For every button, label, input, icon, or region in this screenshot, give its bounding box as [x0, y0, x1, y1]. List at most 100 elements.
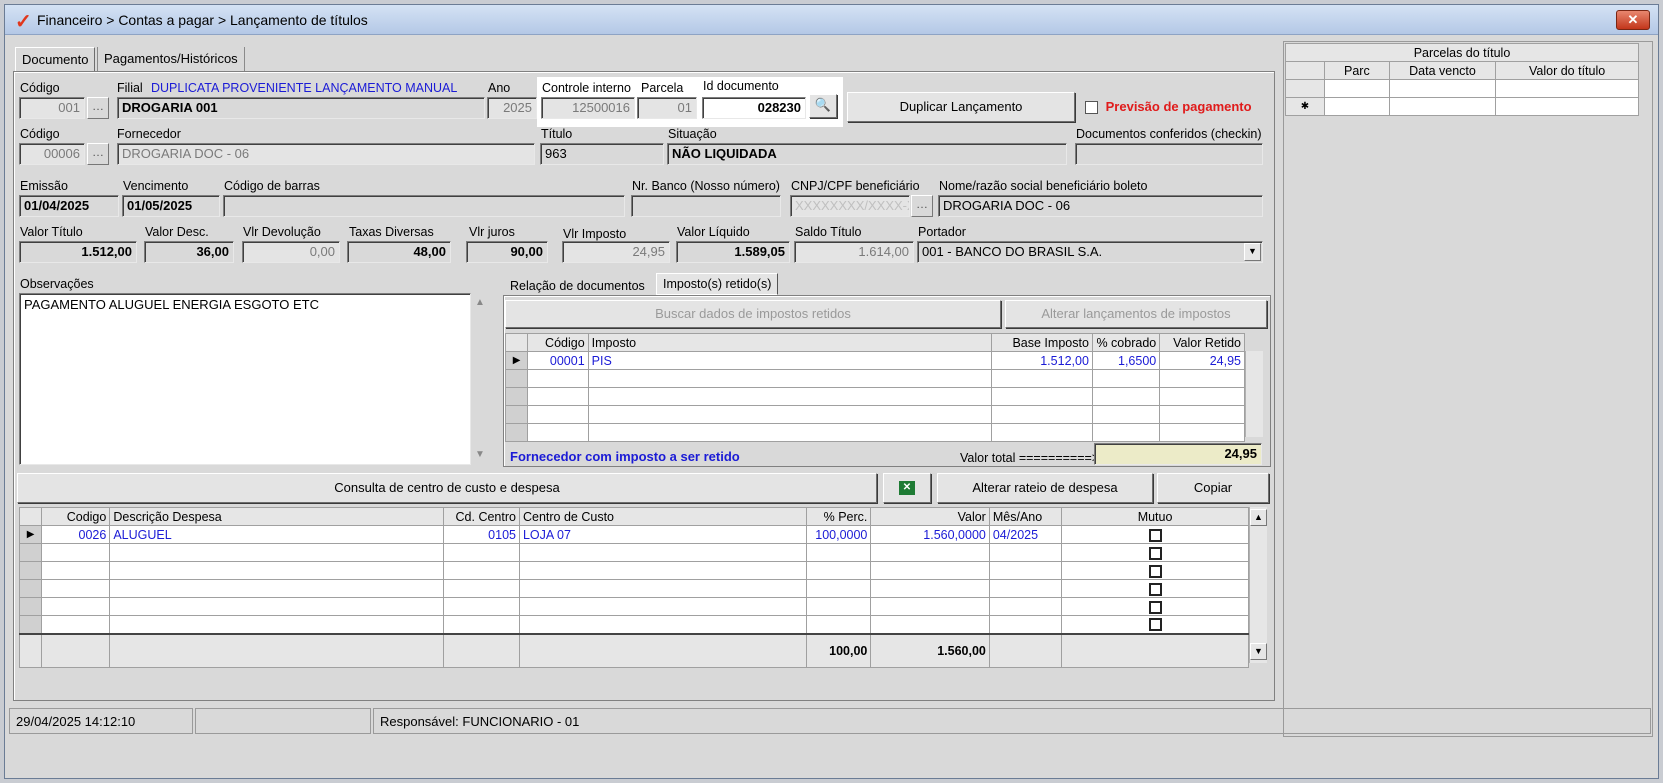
- status-empty: [195, 708, 371, 734]
- col-mutuo: Mutuo: [1061, 507, 1249, 526]
- portador-select[interactable]: 001 - BANCO DO BRASIL S.A.: [917, 241, 1263, 263]
- mutuo-checkbox[interactable]: [1148, 582, 1162, 596]
- scroll-down-icon[interactable]: ▼: [1250, 643, 1267, 660]
- tab-pagamentos[interactable]: Pagamentos/Históricos: [97, 47, 245, 71]
- valor-titulo-field[interactable]: 1.512,00: [19, 241, 137, 263]
- table-row[interactable]: [504, 369, 1245, 388]
- table-row[interactable]: [1285, 79, 1639, 98]
- excel-icon: ✕: [899, 480, 915, 495]
- cnpj-lookup-button[interactable]: …: [911, 195, 933, 217]
- docs-conferidos-field[interactable]: [1075, 143, 1263, 165]
- imposto-field[interactable]: 24,95: [562, 241, 670, 263]
- controle-field[interactable]: 12500016: [541, 97, 635, 119]
- col-pct-cobrado: % cobrado: [1091, 333, 1161, 352]
- fornecedor-codigo-field[interactable]: 00006: [19, 143, 85, 165]
- taxas-field[interactable]: 48,00: [347, 241, 451, 263]
- table-row[interactable]: [504, 405, 1245, 424]
- duplicar-button[interactable]: Duplicar Lançamento: [847, 92, 1075, 122]
- fornecedor-lookup-button[interactable]: …: [87, 143, 109, 165]
- row-asterisk-icon: ✱: [1285, 97, 1325, 116]
- col-valor-titulo: Valor do título: [1495, 61, 1639, 80]
- alterar-impostos-button[interactable]: Alterar lançamentos de impostos: [1005, 300, 1267, 328]
- impostos-table: Código Imposto Base Imposto % cobrado Va…: [504, 333, 1245, 442]
- cnpj-label: CNPJ/CPF beneficiário: [791, 179, 920, 193]
- table-row[interactable]: [18, 597, 1249, 616]
- juros-field[interactable]: 90,00: [466, 241, 548, 263]
- table-row[interactable]: [504, 423, 1245, 442]
- impostos-scrollbar[interactable]: [1245, 351, 1263, 437]
- fornecedor-field[interactable]: DROGARIA DOC - 06: [117, 143, 535, 165]
- mutuo-checkbox[interactable]: [1148, 564, 1162, 578]
- table-row[interactable]: [18, 561, 1249, 580]
- scroll-up-icon[interactable]: ▲: [1250, 509, 1267, 526]
- nome-field[interactable]: DROGARIA DOC - 06: [938, 195, 1263, 217]
- barras-field[interactable]: [223, 195, 625, 217]
- buscar-impostos-button[interactable]: Buscar dados de impostos retidos: [505, 300, 1001, 328]
- ano-field[interactable]: 2025: [487, 97, 537, 119]
- table-row[interactable]: [18, 543, 1249, 562]
- banco-field[interactable]: [631, 195, 781, 217]
- imposto-label: Vlr Imposto: [563, 227, 627, 241]
- situacao-label: Situação: [668, 127, 717, 141]
- fornecedor-codigo-label: Código: [20, 127, 60, 141]
- vencimento-field[interactable]: 01/05/2025: [122, 195, 220, 217]
- centro-custo-table: Codigo Descrição Despesa Cd. Centro Cent…: [18, 507, 1249, 668]
- mutuo-checkbox[interactable]: [1148, 546, 1162, 560]
- app-logo-icon: ✓: [15, 11, 32, 33]
- desc-field[interactable]: 36,00: [144, 241, 234, 263]
- valor-titulo-label: Valor Título: [20, 225, 83, 239]
- devolucao-field[interactable]: 0,00: [242, 241, 340, 263]
- col-perc: % Perc.: [806, 507, 872, 526]
- iddoc-field[interactable]: 028230: [702, 97, 806, 119]
- consulta-centro-button[interactable]: Consulta de centro de custo e despesa: [17, 473, 877, 503]
- totals-row: 100,00 1.560,00: [18, 632, 1249, 668]
- table-row[interactable]: [18, 579, 1249, 598]
- titulo-field[interactable]: 963: [540, 143, 664, 165]
- alterar-rateio-button[interactable]: Alterar rateio de despesa: [937, 473, 1153, 503]
- obs-scroll-down-icon[interactable]: ▼: [475, 449, 485, 460]
- table-row[interactable]: ▶ 00001 PIS 1.512,00 1,6500 24,95: [504, 351, 1245, 370]
- parcela-field[interactable]: 01: [637, 97, 697, 119]
- codigo-lookup-button[interactable]: …: [87, 97, 109, 119]
- banco-label: Nr. Banco (Nosso número): [632, 179, 780, 193]
- parcelas-panel: [1283, 41, 1653, 737]
- col-codigo: Código: [527, 333, 589, 352]
- status-responsavel: Responsável: FUNCIONARIO - 01: [373, 708, 1651, 734]
- mutuo-checkbox[interactable]: [1148, 528, 1162, 542]
- tab-documento[interactable]: Documento: [15, 47, 96, 71]
- col-cd-centro: Cd. Centro: [442, 507, 520, 526]
- table-row[interactable]: [18, 615, 1249, 634]
- portador-dropdown-icon[interactable]: ▼: [1244, 243, 1261, 261]
- obs-scroll-up-icon[interactable]: ▲: [475, 297, 485, 308]
- codigo-field[interactable]: 001: [19, 97, 85, 119]
- filial-label: Filial: [117, 81, 143, 95]
- col-base-imposto: Base Imposto: [991, 333, 1093, 352]
- valor-total-field: 24,95: [1094, 443, 1262, 465]
- emissao-field[interactable]: 01/04/2025: [19, 195, 119, 217]
- copiar-button[interactable]: Copiar: [1157, 473, 1269, 503]
- portador-label: Portador: [918, 225, 966, 239]
- valor-total-label: Valor total ==========>: [960, 451, 1100, 465]
- obs-textarea[interactable]: PAGAMENTO ALUGUEL ENERGIA ESGOTO ETC: [19, 293, 471, 465]
- saldo-field[interactable]: 1.614,00: [794, 241, 914, 263]
- table-row[interactable]: ▶ 0026 ALUGUEL 0105 LOJA 07 100,0000 1.5…: [18, 525, 1249, 544]
- filial-field[interactable]: DROGARIA 001: [117, 97, 485, 119]
- liquido-field[interactable]: 1.589,05: [676, 241, 790, 263]
- close-button[interactable]: ✕: [1616, 10, 1650, 30]
- mutuo-checkbox[interactable]: [1148, 600, 1162, 614]
- parcelas-table: Parcelas do título Parc Data vencto Valo…: [1285, 43, 1639, 116]
- table-row[interactable]: [504, 387, 1245, 406]
- table-row[interactable]: ✱: [1285, 97, 1639, 116]
- cnpj-field[interactable]: XXXXXXXX/XXXX-XX: [790, 195, 910, 217]
- desc-label: Valor Desc.: [145, 225, 209, 239]
- search-doc-button[interactable]: 🔍: [809, 94, 837, 118]
- mutuo-checkbox[interactable]: [1148, 618, 1162, 632]
- tab-relacao-documentos[interactable]: Relação de documentos: [510, 279, 645, 293]
- previsao-checkbox-box[interactable]: [1085, 101, 1098, 115]
- ano-label: Ano: [488, 81, 511, 95]
- previsao-checkbox[interactable]: Previsão de pagamento: [1085, 99, 1252, 115]
- centro-scrollbar[interactable]: [1249, 507, 1267, 663]
- excel-button[interactable]: ✕: [883, 473, 931, 503]
- tab-impostos-retidos[interactable]: Imposto(s) retido(s): [656, 273, 779, 295]
- situacao-field[interactable]: NÃO LIQUIDADA: [667, 143, 1067, 165]
